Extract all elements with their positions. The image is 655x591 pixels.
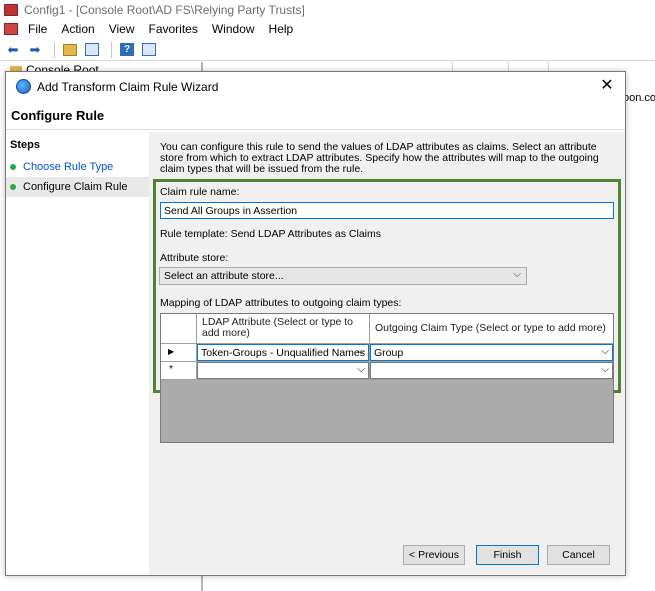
chevron-down-icon[interactable]: ⌵ <box>601 346 609 357</box>
mapping-grid: LDAP Attribute (Select or type to add mo… <box>160 313 614 443</box>
step-label: Choose Rule Type <box>23 161 114 173</box>
show-hide-tree-icon[interactable] <box>83 42 101 58</box>
chevron-down-icon[interactable]: ⌵ <box>357 364 365 375</box>
claim-type-combo[interactable]: ⌵ <box>370 362 613 379</box>
step-status-dot-icon <box>10 184 16 190</box>
dialog-body: Steps Choose Rule Type Configure Claim R… <box>6 132 625 575</box>
mmc-window-title: Config1 - [Console Root\AD FS\Relying Pa… <box>24 3 305 17</box>
ldap-attribute-combo[interactable]: ⌵ <box>197 362 369 379</box>
steps-panel: Steps Choose Rule Type Configure Claim R… <box>6 132 149 575</box>
attribute-store-selected: Select an attribute store... <box>164 270 284 282</box>
menu-view[interactable]: View <box>109 22 135 36</box>
dialog-title: Add Transform Claim Rule Wizard <box>37 79 219 94</box>
forward-arrow-icon[interactable]: ➡ <box>26 42 44 58</box>
dialog-titlebar: Add Transform Claim Rule Wizard ✕ <box>6 72 625 101</box>
mmc-app-icon <box>4 4 18 16</box>
finish-button[interactable]: Finish <box>476 545 539 565</box>
claim-type-combo[interactable]: Group ⌵ <box>370 344 613 361</box>
page-title: Configure Rule <box>6 101 625 130</box>
action-pane-icon[interactable] <box>140 42 158 58</box>
transform-claim-rule-wizard: Add Transform Claim Rule Wizard ✕ Config… <box>5 71 626 576</box>
new-row-star-icon: * <box>169 364 173 375</box>
row-selector-header <box>161 314 197 344</box>
ldap-attribute-combo[interactable]: Token-Groups - Unqualified Names ⌵ <box>197 344 369 361</box>
ldap-attribute-cell[interactable]: ⌵ <box>197 362 370 380</box>
menu-action[interactable]: Action <box>61 22 94 36</box>
attribute-store-label: Attribute store: <box>160 252 229 264</box>
claim-type-cell[interactable]: Group ⌵ <box>370 344 613 362</box>
attribute-store-select[interactable]: Select an attribute store... ⌵ <box>159 267 527 285</box>
step-choose-rule-type[interactable]: Choose Rule Type <box>6 157 149 177</box>
claim-type-value: Group <box>374 347 404 359</box>
steps-title: Steps <box>10 139 40 151</box>
step-status-dot-icon <box>10 164 16 170</box>
up-folder-icon[interactable] <box>61 42 79 58</box>
claim-type-cell[interactable]: ⌵ <box>370 362 613 380</box>
chevron-down-icon: ⌵ <box>513 269 521 280</box>
chevron-down-icon[interactable]: ⌵ <box>601 364 609 375</box>
ldap-attribute-cell[interactable]: Token-Groups - Unqualified Names ⌵ <box>197 344 370 362</box>
step-label: Configure Claim Rule <box>23 181 128 193</box>
console-doc-icon[interactable] <box>4 23 18 35</box>
ldap-attribute-value: Token-Groups - Unqualified Names <box>201 347 365 359</box>
rule-template-text: Rule template: Send LDAP Attributes as C… <box>160 228 381 240</box>
row-selector[interactable]: ▶ <box>161 344 197 362</box>
back-arrow-icon[interactable]: ⬅ <box>4 42 22 58</box>
claim-rule-name-label: Claim rule name: <box>160 186 240 198</box>
toolbar-separator <box>111 41 112 58</box>
previous-button[interactable]: < Previous <box>403 545 465 565</box>
cancel-button[interactable]: Cancel <box>547 545 610 565</box>
grid-header-row: LDAP Attribute (Select or type to add mo… <box>161 314 613 344</box>
claim-rule-name-input[interactable] <box>160 202 614 219</box>
menu-help[interactable]: Help <box>269 22 294 36</box>
mmc-titlebar: Config1 - [Console Root\AD FS\Relying Pa… <box>0 0 655 20</box>
content-panel: You can configure this rule to send the … <box>149 132 625 575</box>
step-configure-claim-rule[interactable]: Configure Claim Rule <box>6 177 149 197</box>
mapping-label: Mapping of LDAP attributes to outgoing c… <box>160 297 402 309</box>
wizard-icon <box>16 79 31 94</box>
current-row-arrow-icon: ▶ <box>168 347 175 356</box>
chevron-down-icon[interactable]: ⌵ <box>357 346 365 357</box>
background-list-text: oon.com <box>623 92 655 104</box>
column-header-claim-type[interactable]: Outgoing Claim Type (Select or type to a… <box>370 314 613 344</box>
row-selector[interactable]: * <box>161 362 197 380</box>
mmc-menubar: File Action View Favorites Window Help <box>0 19 655 39</box>
table-row-new: * ⌵ ⌵ <box>161 362 613 380</box>
close-icon[interactable]: ✕ <box>599 77 615 95</box>
menu-favorites[interactable]: Favorites <box>149 22 198 36</box>
menu-file[interactable]: File <box>28 22 47 36</box>
menu-window[interactable]: Window <box>212 22 255 36</box>
help-icon[interactable]: ? <box>118 42 136 58</box>
intro-text: You can configure this rule to send the … <box>160 141 599 175</box>
table-row: ▶ Token-Groups - Unqualified Names ⌵ Gro… <box>161 344 613 362</box>
toolbar-separator <box>54 41 55 58</box>
mmc-toolbar: ⬅ ➡ ? <box>0 39 655 61</box>
column-header-ldap[interactable]: LDAP Attribute (Select or type to add mo… <box>197 314 370 344</box>
